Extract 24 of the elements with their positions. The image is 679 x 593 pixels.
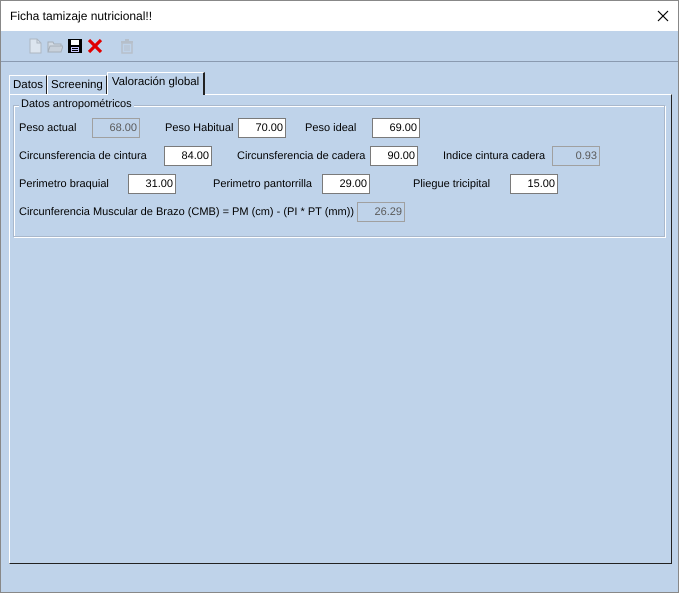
tab[interactable]: Datos xyxy=(9,75,48,94)
number-field[interactable]: 69.00 xyxy=(372,118,420,138)
field-label: Circunsferencia de cintura xyxy=(19,150,148,162)
group-title: Datos antropométricos xyxy=(19,98,134,110)
field-label: Perimetro braquial xyxy=(19,178,110,190)
save-icon[interactable] xyxy=(67,38,83,54)
field-label: Perimetro pantorrilla xyxy=(213,178,314,190)
number-field[interactable]: 84.00 xyxy=(164,146,212,166)
number-field[interactable]: 70.00 xyxy=(238,118,286,138)
window-title: Ficha tamizaje nutricional!! xyxy=(10,9,152,23)
field-label: Peso actual xyxy=(19,122,78,134)
field-label: Circunferencia Muscular de Brazo (CMB) = PM (cm) - (PI * PT (mm)) xyxy=(19,206,356,218)
field-label: Circunsferencia de cadera xyxy=(237,150,366,162)
number-field[interactable]: 31.00 xyxy=(128,174,176,194)
close-icon[interactable] xyxy=(657,10,669,22)
number-field[interactable]: 90.00 xyxy=(370,146,418,166)
field-label: Peso ideal xyxy=(305,122,358,134)
number-field[interactable]: 15.00 xyxy=(510,174,558,194)
field-label: Peso Habitual xyxy=(165,122,234,134)
tab[interactable]: Screening xyxy=(47,75,107,94)
number-field[interactable]: 29.00 xyxy=(322,174,370,194)
tab[interactable]: Valoración global xyxy=(106,72,206,95)
field-label: Indice cintura cadera xyxy=(443,150,546,162)
field-label: Pliegue tricipital xyxy=(413,178,492,190)
